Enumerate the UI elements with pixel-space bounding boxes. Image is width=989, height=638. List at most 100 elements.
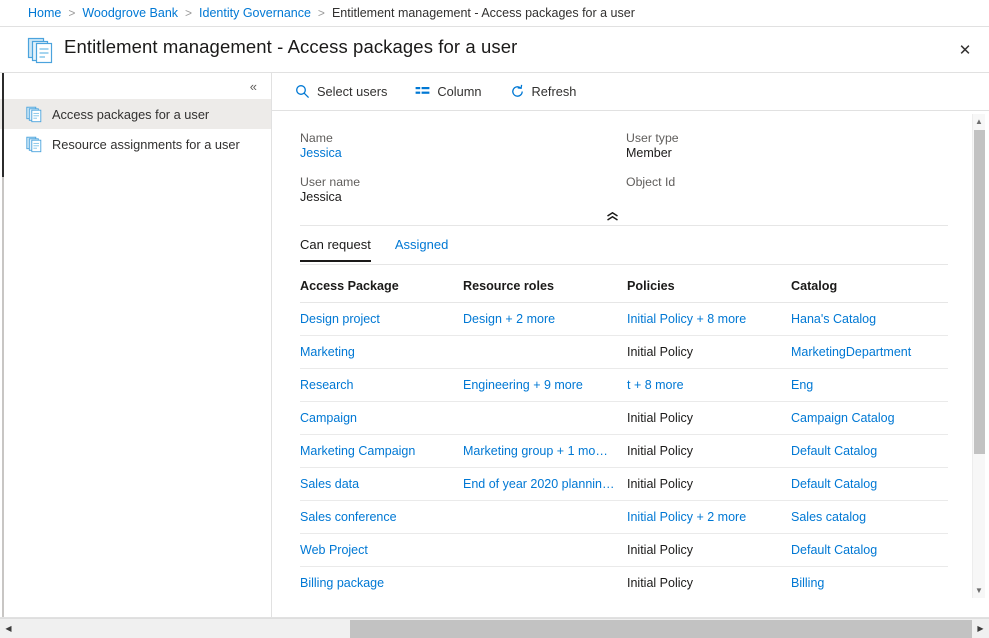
cell-resource-roles [463, 402, 627, 435]
cell-access-package[interactable]: Sales data [300, 468, 463, 501]
tab-can-request[interactable]: Can request [300, 237, 371, 262]
cell-resource-roles[interactable]: Design + 2 more [463, 303, 627, 336]
table-row[interactable]: Design projectDesign + 2 moreInitial Pol… [300, 303, 948, 336]
column-header-resource-roles[interactable]: Resource roles [463, 273, 627, 303]
tab-assigned[interactable]: Assigned [395, 237, 448, 262]
cell-access-package[interactable]: Marketing Campaign [300, 435, 463, 468]
scroll-up-arrow-icon[interactable]: ▲ [973, 114, 985, 129]
breadcrumb-item-1[interactable]: Home [28, 6, 61, 20]
column-header-access-package[interactable]: Access Package [300, 273, 463, 303]
table-row[interactable]: Marketing Initial PolicyMarketingDepartme… [300, 336, 948, 369]
field-label-user-name: User name [300, 175, 626, 189]
field-label-object-id: Object Id [626, 175, 952, 189]
column-label: Column [437, 84, 481, 99]
cell-access-package[interactable]: Marketing [300, 336, 463, 369]
column-button[interactable]: Column [412, 80, 484, 103]
field-label-user-type: User type [626, 131, 952, 145]
documents-stack-icon [27, 37, 55, 64]
cell-catalog[interactable]: Campaign Catalog [791, 402, 948, 435]
cell-catalog[interactable]: Default Catalog [791, 468, 948, 501]
table-row[interactable]: Marketing CampaignMarketing group + 1 mo… [300, 435, 948, 468]
cell-catalog[interactable]: Sales catalog [791, 501, 948, 534]
documents-stack-icon [26, 106, 43, 123]
sidebar: « Access packages for a user Resource ass… [0, 73, 272, 618]
cell-catalog[interactable]: Billing [791, 567, 948, 599]
field-value-name[interactable]: Jessica [300, 146, 626, 162]
field-value-user-name: Jessica [300, 190, 626, 206]
table-header-row: Access PackageResource rolesPoliciesCata… [300, 273, 948, 303]
horizontal-scrollbar-thumb[interactable] [350, 620, 972, 638]
cell-policies: Initial Policy [627, 534, 791, 567]
content-scroll-region: Name Jessica User name Jessica User type… [272, 111, 989, 598]
cell-access-package[interactable]: Research [300, 369, 463, 402]
chevron-double-up-icon [606, 212, 619, 221]
column-header-catalog[interactable]: Catalog [791, 273, 948, 303]
select-users-label: Select users [317, 84, 387, 99]
vertical-scrollbar-thumb[interactable] [974, 130, 985, 454]
info-panel-collapse-button[interactable] [272, 206, 952, 226]
cell-catalog[interactable]: Default Catalog [791, 435, 948, 468]
cell-catalog[interactable]: Eng [791, 369, 948, 402]
tab-list: Can request Assigned [300, 237, 448, 262]
cell-access-package[interactable]: Billing package [300, 567, 463, 599]
scroll-right-arrow-icon[interactable]: ▶ [972, 619, 989, 638]
sidebar-collapse-button[interactable]: « [0, 73, 271, 99]
user-info-panel: Name Jessica User name Jessica User type… [272, 111, 952, 219]
cell-resource-roles[interactable]: End of year 2020 plannin… [463, 468, 627, 501]
cell-policies[interactable]: Initial Policy + 2 more [627, 501, 791, 534]
cell-resource-roles [463, 501, 627, 534]
search-icon [295, 84, 310, 99]
command-toolbar: Select users Column Refresh [272, 73, 989, 111]
table-row[interactable]: ResearchEngineering + 9 moret + 8 moreEn… [300, 369, 948, 402]
cell-resource-roles[interactable]: Marketing group + 1 mo… [463, 435, 627, 468]
cell-policies: Initial Policy [627, 336, 791, 369]
columns-icon [415, 84, 430, 99]
table-row[interactable]: Sales conference Initial Policy + 2 moreS… [300, 501, 948, 534]
cell-resource-roles [463, 567, 627, 599]
table-row[interactable]: Web Project Initial PolicyDefault Catalog [300, 534, 948, 567]
cell-policies[interactable]: Initial Policy + 8 more [627, 303, 791, 336]
scroll-left-arrow-icon[interactable]: ◀ [0, 619, 17, 638]
refresh-button[interactable]: Refresh [507, 80, 580, 103]
scroll-down-arrow-icon[interactable]: ▼ [973, 583, 985, 598]
table-header: Access PackageResource rolesPoliciesCata… [300, 273, 948, 303]
sidebar-item-access-packages-for-a-user[interactable]: Access packages for a user [0, 99, 271, 129]
sidebar-item-resource-assignments-for-a-user[interactable]: Resource assignments for a user [0, 129, 271, 159]
close-button[interactable]: ✕ [947, 32, 983, 68]
table-row[interactable]: Billing packageInitial PolicyBilling [300, 567, 948, 599]
cell-access-package[interactable]: Sales conference [300, 501, 463, 534]
breadcrumb-separator-icon: > [185, 6, 192, 20]
cell-catalog[interactable]: Hana's Catalog [791, 303, 948, 336]
content-panel: Select users Column Refresh Name Jessica U… [272, 73, 989, 618]
cell-catalog[interactable]: MarketingDepartment [791, 336, 948, 369]
cell-policies[interactable]: t + 8 more [627, 369, 791, 402]
sidebar-left-rail-dark [2, 73, 4, 177]
cell-access-package[interactable]: Web Project [300, 534, 463, 567]
cell-policies: Initial Policy [627, 402, 791, 435]
sidebar-left-rail-light [2, 177, 4, 618]
breadcrumb: Home>Woodgrove Bank>Identity Governance>… [0, 0, 989, 27]
access-packages-table: Access PackageResource rolesPoliciesCata… [300, 273, 948, 598]
chevron-double-left-icon: « [250, 80, 257, 93]
column-header-policies[interactable]: Policies [627, 273, 791, 303]
table-row[interactable]: Campaign Initial PolicyCampaign Catalog [300, 402, 948, 435]
field-value-object-id [626, 190, 952, 206]
sidebar-item-label: Resource assignments for a user [52, 137, 240, 152]
cell-catalog[interactable]: Default Catalog [791, 534, 948, 567]
breadcrumb-separator-icon: > [68, 6, 75, 20]
documents-stack-icon [26, 136, 43, 153]
cell-policies: Initial Policy [627, 435, 791, 468]
table-row[interactable]: Sales dataEnd of year 2020 plannin…Initi… [300, 468, 948, 501]
table-body: Design projectDesign + 2 moreInitial Pol… [300, 303, 948, 599]
select-users-button[interactable]: Select users [292, 80, 390, 103]
cell-access-package[interactable]: Campaign [300, 402, 463, 435]
cell-policies: Initial Policy [627, 468, 791, 501]
cell-resource-roles[interactable]: Engineering + 9 more [463, 369, 627, 402]
info-divider [300, 225, 948, 226]
horizontal-scrollbar[interactable]: ◀ ▶ [0, 618, 989, 638]
cell-access-package[interactable]: Design project [300, 303, 463, 336]
breadcrumb-item-3[interactable]: Identity Governance [199, 6, 311, 20]
refresh-label: Refresh [532, 84, 577, 99]
vertical-scrollbar[interactable]: ▲ ▼ [972, 114, 985, 598]
breadcrumb-item-2[interactable]: Woodgrove Bank [82, 6, 178, 20]
